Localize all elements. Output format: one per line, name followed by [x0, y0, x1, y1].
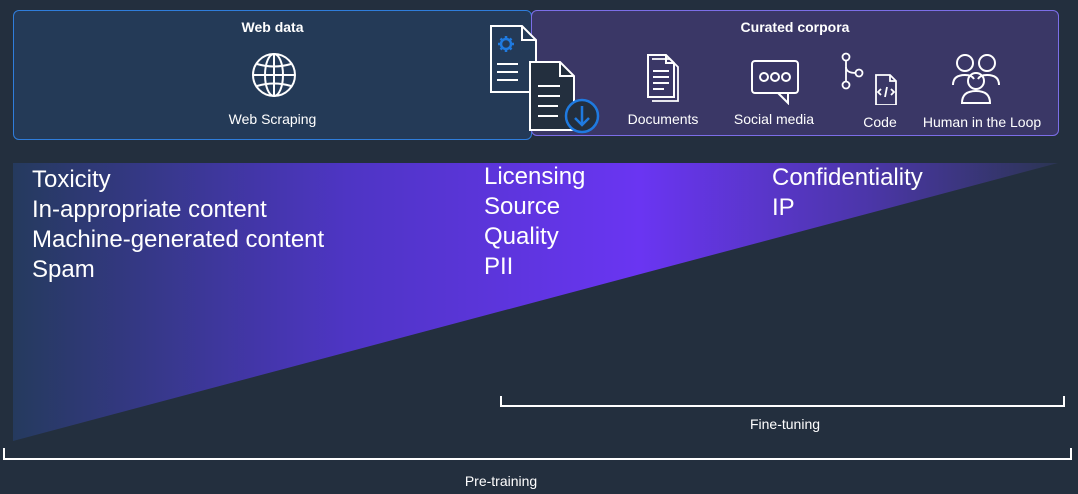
code-label: Code — [863, 114, 897, 130]
concern-item: Licensing — [484, 163, 586, 190]
pre-training-label: Pre-training — [464, 473, 538, 489]
concern-item: IP — [772, 194, 795, 221]
web-scraping-label: Web Scraping — [228, 111, 317, 127]
concern-item: Source — [484, 193, 561, 220]
documents-label: Documents — [627, 111, 699, 127]
concern-item: PII — [484, 253, 514, 280]
concern-item: Confidentiality — [772, 164, 923, 191]
concern-item: Machine-generated content — [32, 226, 325, 253]
code-file-icon — [838, 51, 902, 105]
human-in-the-loop-label: Human in the Loop — [922, 114, 1042, 130]
web-data-panel: Web data Web Scraping — [13, 10, 532, 140]
people-icon — [950, 51, 1002, 105]
pretraining-concerns-list: Toxicity In-appropriate content Machine-… — [32, 165, 324, 285]
curated-concerns-list: Confidentiality IP — [772, 163, 923, 223]
fine-tuning-bracket — [500, 396, 1065, 407]
concern-item: Quality — [484, 223, 559, 250]
web-data-title: Web data — [241, 19, 304, 35]
document-download-icon — [488, 24, 604, 136]
concern-item: Toxicity — [32, 166, 111, 193]
pre-training-bracket — [3, 448, 1072, 460]
curated-corpora-panel: Curated corpora Documents Social media C… — [531, 10, 1059, 136]
social-media-label: Social media — [733, 111, 815, 127]
concern-item: Spam — [32, 256, 95, 283]
chat-bubble-icon — [750, 59, 800, 105]
data-sourcing-concerns-list: Licensing Source Quality PII — [484, 162, 585, 282]
documents-icon — [642, 53, 684, 103]
concern-item: In-appropriate content — [32, 196, 267, 223]
globe-icon — [250, 51, 298, 99]
fine-tuning-label: Fine-tuning — [749, 416, 821, 432]
curated-corpora-title: Curated corpora — [740, 19, 850, 35]
